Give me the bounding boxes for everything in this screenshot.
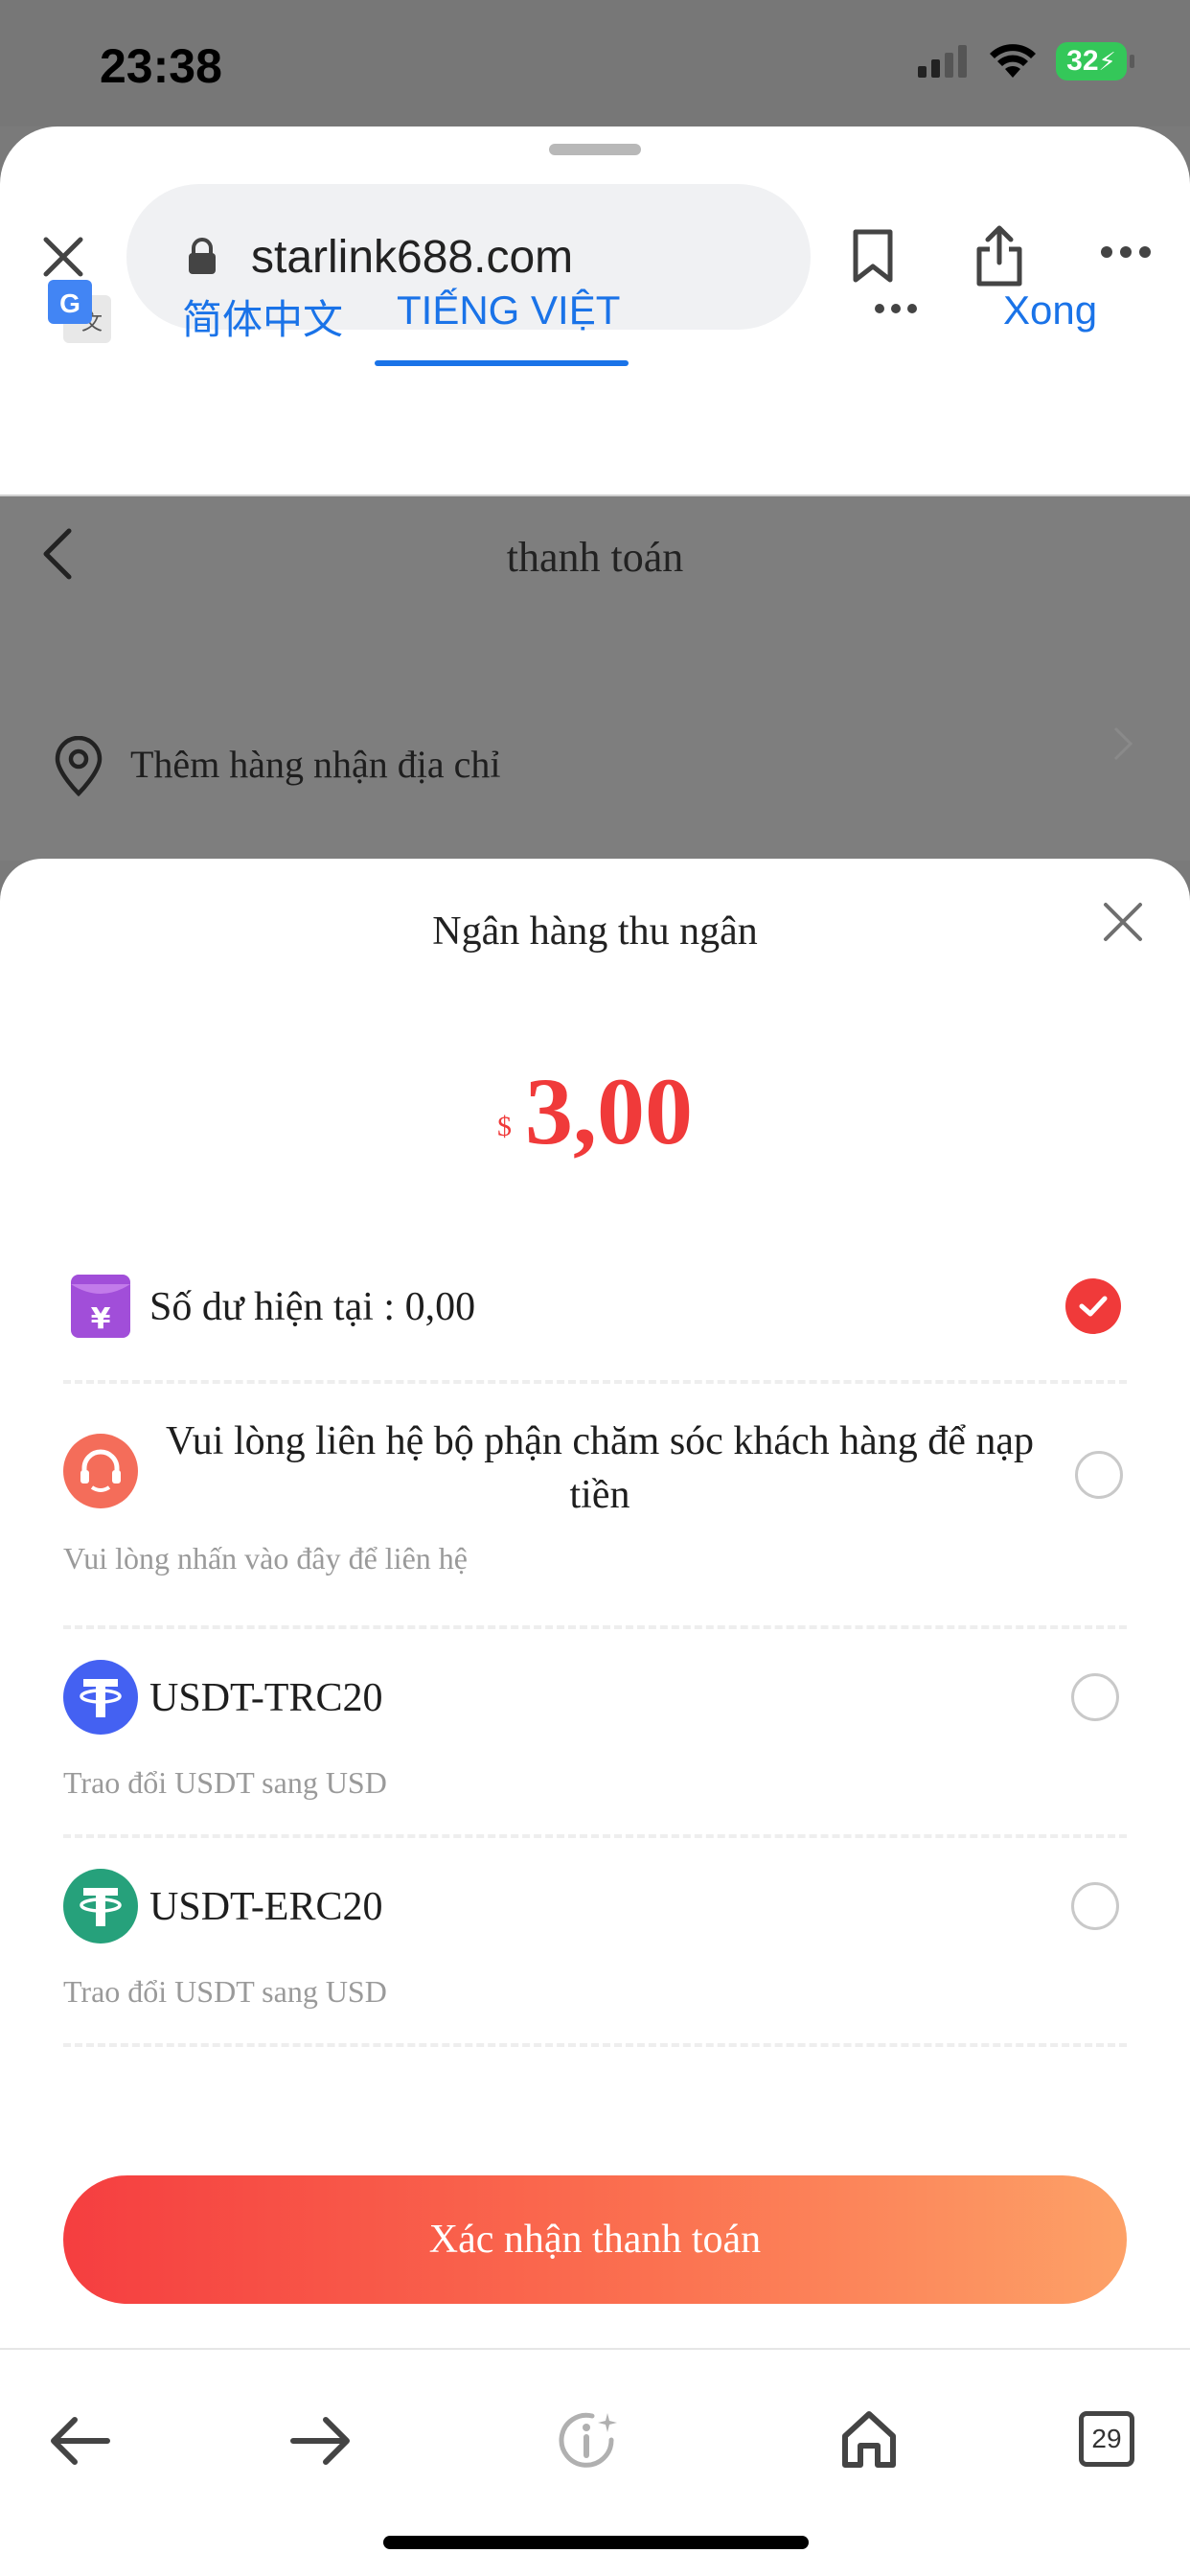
sheet-title: Ngân hàng thu ngân <box>432 909 758 954</box>
tab-chinese[interactable]: 简体中文 <box>182 288 343 346</box>
status-bar: 23:38 32 ⚡ <box>0 0 1190 126</box>
tabs-count: 29 <box>1091 2424 1122 2453</box>
trc20-label: USDT-TRC20 <box>149 1676 383 1720</box>
divider <box>63 1834 1127 1838</box>
option-usdt-erc20[interactable]: USDT-ERC20 Trao đổi USDT sang USD <box>63 1869 1127 2012</box>
cashier-sheet: Ngân hàng thu ngân $3,00 ¥ Số dư hiện tạ… <box>0 859 1190 2348</box>
home-indicator <box>383 2536 809 2549</box>
radio-unchecked[interactable] <box>1075 1451 1123 1499</box>
divider <box>63 1625 1127 1629</box>
erc20-description: Trao đổi USDT sang USD <box>63 1974 387 2009</box>
trc20-description: Trao đổi USDT sang USD <box>63 1765 387 1800</box>
tether-icon <box>63 1869 138 1944</box>
more-options-icon[interactable] <box>1100 245 1152 259</box>
confirm-payment-button[interactable]: Xác nhận thanh toán <box>63 2175 1127 2304</box>
bookmark-icon[interactable] <box>851 228 895 284</box>
lock-icon <box>189 238 216 274</box>
chevron-right-icon <box>1113 726 1133 761</box>
option-customer-service[interactable]: Vui lòng liên hệ bộ phận chăm sóc khách … <box>63 1414 1127 1587</box>
option-balance[interactable]: ¥ Số dư hiện tại : 0,00 <box>63 1271 1127 1355</box>
divider <box>63 2043 1127 2047</box>
customer-service-hint[interactable]: Vui lòng nhấn vào đây để liên hệ <box>63 1541 468 1576</box>
wallet-yen-icon: ¥ <box>71 1275 130 1338</box>
currency-symbol: $ <box>497 1111 512 1142</box>
translate-more-icon[interactable] <box>874 303 918 314</box>
status-icons: 32 ⚡ <box>918 42 1134 80</box>
checkmark-icon <box>1079 1296 1108 1317</box>
back-arrow-icon[interactable] <box>48 2415 111 2467</box>
battery-level: 32 <box>1066 45 1099 77</box>
page-info-icon[interactable] <box>556 2407 623 2474</box>
add-address-link[interactable]: Thêm hàng nhận địa chỉ <box>130 742 501 787</box>
close-icon[interactable] <box>38 232 88 282</box>
status-time: 23:38 <box>100 39 222 93</box>
browser-chrome: starlink688.com 文 G 简体中文 TIẾNG VIỆT Xong <box>0 126 1190 496</box>
balance-label: Số dư hiện tại : 0,00 <box>149 1285 476 1329</box>
tab-vietnamese[interactable]: TIẾNG VIỆT <box>397 288 620 334</box>
divider <box>63 1380 1127 1384</box>
option-usdt-trc20[interactable]: USDT-TRC20 Trao đổi USDT sang USD <box>63 1660 1127 1804</box>
home-icon[interactable] <box>839 2409 899 2469</box>
payment-amount: $3,00 <box>0 1056 1190 1166</box>
translate-done-button[interactable]: Xong <box>1003 288 1097 334</box>
tether-icon <box>63 1660 138 1735</box>
google-translate-icon: 文 G <box>48 280 111 343</box>
tab-active-indicator <box>375 360 629 366</box>
radio-unchecked[interactable] <box>1071 1673 1119 1721</box>
signal-icon <box>918 45 967 78</box>
close-sheet-icon[interactable] <box>1102 901 1144 943</box>
battery-icon: 32 ⚡ <box>1056 42 1134 80</box>
svg-text:¥: ¥ <box>91 1302 111 1336</box>
svg-text:G: G <box>59 288 80 318</box>
location-pin-icon <box>55 736 103 797</box>
sheet-grabber[interactable] <box>549 144 641 155</box>
radio-unchecked[interactable] <box>1071 1882 1119 1930</box>
customer-service-label: Vui lòng liên hệ bộ phận chăm sóc khách … <box>165 1419 1035 1517</box>
erc20-label: USDT-ERC20 <box>149 1885 383 1929</box>
forward-arrow-icon[interactable] <box>289 2415 353 2467</box>
wifi-icon <box>990 44 1036 78</box>
page-title: thanh toán <box>506 534 684 581</box>
customer-service-icon <box>63 1434 138 1508</box>
amount-value: 3,00 <box>525 1058 693 1164</box>
url-text: starlink688.com <box>251 231 574 283</box>
share-icon[interactable] <box>973 224 1025 288</box>
radio-checked[interactable] <box>1065 1278 1121 1334</box>
tabs-button[interactable]: 29 <box>1079 2411 1134 2467</box>
